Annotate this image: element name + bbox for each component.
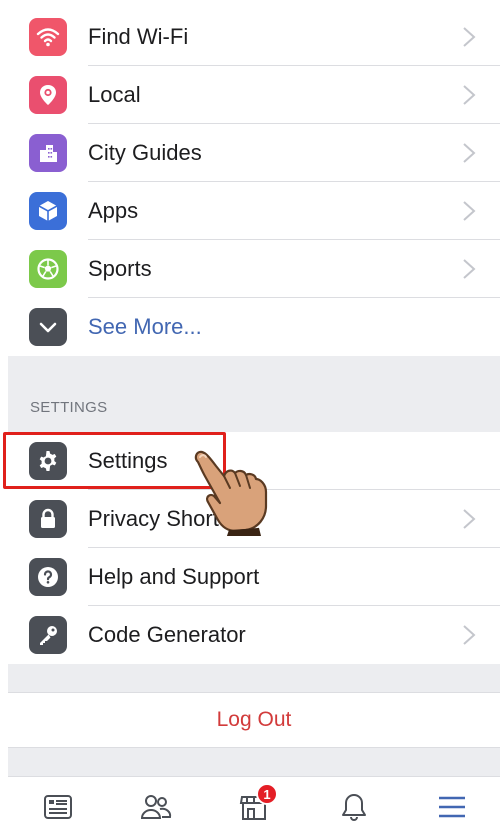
section-gap [8, 664, 500, 692]
section-title: SETTINGS [30, 399, 108, 416]
chevron-right-icon [463, 259, 476, 279]
menu-item-label: Code Generator [88, 622, 246, 647]
chevron-right-icon [463, 27, 476, 47]
chevron-right-icon [463, 85, 476, 105]
tab-marketplace[interactable]: 1 [234, 783, 278, 827]
menu-item-label: Settings [88, 448, 168, 473]
notification-badge: 1 [256, 783, 278, 805]
menu-item-apps[interactable]: Apps [8, 182, 500, 240]
menu-item-sports[interactable]: Sports [8, 240, 500, 298]
menu-item-label: Find Wi-Fi [88, 24, 189, 49]
tab-menu[interactable] [432, 787, 472, 827]
chevron-down-icon [29, 308, 67, 346]
section-gap [8, 748, 500, 776]
bottom-tab-bar: 1 [8, 776, 500, 832]
chevron-right-icon [463, 509, 476, 529]
chevron-right-icon [463, 201, 476, 221]
news-feed-icon [44, 795, 72, 819]
soccer-ball-icon [29, 250, 67, 288]
menu-item-help-and-support[interactable]: Help and Support [8, 548, 500, 606]
settings-section-header: SETTINGS [8, 356, 500, 432]
chevron-right-icon [463, 143, 476, 163]
cube-icon [29, 192, 67, 230]
menu-item-label: City Guides [88, 140, 202, 165]
menu-item-label: Local [88, 82, 141, 107]
see-more-button[interactable]: See More... [8, 298, 500, 356]
pointing-hand-icon [194, 450, 268, 536]
friends-icon [140, 795, 172, 819]
tab-news-feed[interactable] [38, 787, 78, 827]
menu-item-code-generator[interactable]: Code Generator [8, 606, 500, 664]
menu-item-label: Apps [88, 198, 139, 223]
tab-friends[interactable] [136, 787, 176, 827]
log-out-button[interactable]: Log Out [8, 692, 500, 748]
location-pin-icon [29, 76, 67, 114]
menu-item-label: Sports [88, 256, 152, 281]
tab-notifications[interactable] [334, 787, 374, 827]
menu-item-find-wifi[interactable]: Find Wi-Fi [8, 8, 500, 66]
menu-item-label: Help and Support [88, 564, 260, 589]
bell-icon [342, 794, 366, 821]
wifi-icon [29, 18, 67, 56]
menu-icon [439, 796, 465, 818]
menu-screen: Find Wi-Fi Local City Guides Apps Sports [8, 0, 500, 832]
question-icon [29, 558, 67, 596]
gear-icon [29, 442, 67, 480]
see-more-label: See More... [88, 314, 202, 339]
chevron-right-icon [463, 625, 476, 645]
menu-item-local[interactable]: Local [8, 66, 500, 124]
log-out-label: Log Out [216, 708, 292, 731]
city-buildings-icon [29, 134, 67, 172]
menu-item-city-guides[interactable]: City Guides [8, 124, 500, 182]
lock-icon [29, 500, 67, 538]
key-icon [29, 616, 67, 654]
